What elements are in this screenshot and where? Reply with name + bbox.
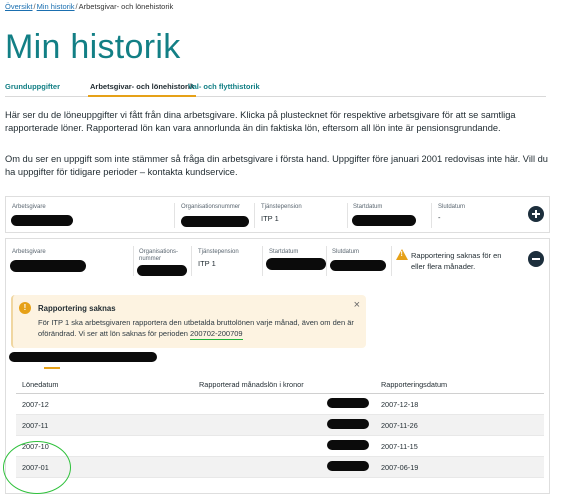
- salary-amount-cell: [193, 456, 375, 478]
- report-date-cell: 2007-11-26: [375, 414, 544, 436]
- alert-close-icon[interactable]: ×: [354, 299, 360, 311]
- salary-redacted: [327, 440, 369, 450]
- column-header-rapporterad-manadslon: Rapporterad månadslön i kronor: [193, 376, 375, 394]
- salary-amount-cell: [193, 435, 375, 457]
- report-date-cell: 2007-11-15: [375, 435, 544, 457]
- breadcrumb-link-min-historik[interactable]: Min historik: [37, 2, 75, 11]
- table-header-row: Lönedatum Rapporterad månadslön i kronor…: [16, 376, 544, 394]
- page-title: Min historik: [5, 28, 181, 66]
- tab-bar: Grunduppgifter Arbetsgivar- och lönehist…: [5, 82, 546, 97]
- divider: [174, 203, 175, 228]
- table-row: 2007-11 2007-11-26: [16, 414, 544, 436]
- end-date-label: Slutdatum: [438, 204, 466, 210]
- org-number-label-line2: nummer: [139, 256, 162, 262]
- employer-label: Arbetsgivare: [12, 249, 46, 255]
- employer-label: Arbetsgivare: [12, 204, 46, 210]
- start-date-redacted: [266, 258, 326, 270]
- breadcrumb: Översikt/Min historik/Arbetsgivar- och l…: [5, 2, 173, 11]
- salary-redacted: [327, 398, 369, 408]
- column-header-lonedatum: Lönedatum: [16, 376, 193, 394]
- pension-label: Tjänstepension: [198, 249, 239, 255]
- intro-paragraph-2: Om du ser en uppgift som inte stämmer så…: [5, 154, 548, 177]
- breadcrumb-current: Arbetsgivar- och lönehistorik: [78, 2, 174, 11]
- breadcrumb-separator: /: [33, 2, 36, 11]
- collapse-minus-icon[interactable]: [528, 251, 544, 267]
- alert-body: För ITP 1 ska arbetsgivaren rapportera d…: [38, 317, 363, 339]
- subsection-redacted: [9, 352, 157, 362]
- column-header-rapporteringsdatum: Rapporteringsdatum: [375, 376, 544, 394]
- divider: [191, 246, 192, 276]
- tab-val-och-flytthistorik[interactable]: Val- och flytthistorik: [188, 82, 260, 91]
- green-annotation-circle: [3, 441, 71, 494]
- alert-title: Rapportering saknas: [38, 304, 116, 313]
- divider: [391, 246, 392, 276]
- divider: [262, 246, 263, 276]
- org-number-label: Organisationsnummer: [181, 204, 241, 210]
- employer-card-1: Arbetsgivare Organisationsnummer Tjänste…: [5, 196, 550, 233]
- warning-triangle-icon: [396, 249, 408, 260]
- org-number-redacted: [181, 216, 249, 227]
- section-accent-bar: [44, 367, 60, 369]
- divider: [254, 203, 255, 228]
- report-date-cell: 2007-12-18: [375, 393, 544, 415]
- end-date-value: -: [438, 213, 441, 222]
- missing-report-warning-text: Rapportering saknas för en eller flera m…: [411, 251, 502, 271]
- employer-name-redacted: [11, 215, 73, 226]
- end-date-label: Slutdatum: [332, 249, 360, 255]
- salary-amount-cell: [193, 393, 375, 415]
- pension-value: ITP 1: [261, 214, 279, 223]
- divider: [347, 203, 348, 228]
- divider: [133, 246, 134, 276]
- org-number-label: Organisations-: [139, 249, 179, 255]
- pension-value: ITP 1: [198, 259, 216, 268]
- salary-history-table: Lönedatum Rapporterad månadslön i kronor…: [16, 376, 544, 478]
- end-date-redacted: [330, 260, 386, 271]
- breadcrumb-separator: /: [75, 2, 78, 11]
- start-date-label: Startdatum: [269, 249, 299, 255]
- expand-plus-icon[interactable]: [528, 206, 544, 222]
- salary-redacted: [327, 419, 369, 429]
- salary-date-cell: 2007-11: [16, 414, 193, 436]
- employer-name-redacted: [10, 260, 86, 272]
- alert-exclamation-icon: !: [19, 302, 31, 314]
- missing-period: 200702-200709: [190, 329, 243, 338]
- salary-amount-cell: [193, 414, 375, 436]
- missing-report-alert: ! Rapportering saknas × För ITP 1 ska ar…: [11, 295, 366, 348]
- org-number-redacted: [137, 265, 187, 276]
- report-date-cell: 2007-06-19: [375, 456, 544, 478]
- breadcrumb-link-oversikt[interactable]: Översikt: [5, 2, 33, 11]
- table-row: 2007-12 2007-12-18: [16, 393, 544, 415]
- tab-grunduppgifter[interactable]: Grunduppgifter: [5, 82, 60, 91]
- employer-card-2: Arbetsgivare Organisations- nummer Tjäns…: [5, 238, 550, 494]
- divider: [431, 203, 432, 228]
- salary-redacted: [327, 461, 369, 471]
- intro-paragraph-1: Här ser du de löneuppgifter vi fått från…: [5, 110, 516, 133]
- pension-label: Tjänstepension: [261, 204, 302, 210]
- tab-arbetsgivar-och-lonehistorik[interactable]: Arbetsgivar- och lönehistorik: [87, 82, 197, 97]
- salary-date-cell: 2007-12: [16, 393, 193, 415]
- divider: [326, 246, 327, 276]
- start-date-redacted: [352, 215, 416, 226]
- start-date-label: Startdatum: [353, 204, 383, 210]
- table-row: 2007-10 2007-11-15: [16, 435, 544, 457]
- table-row: 2007-01 2007-06-19: [16, 456, 544, 478]
